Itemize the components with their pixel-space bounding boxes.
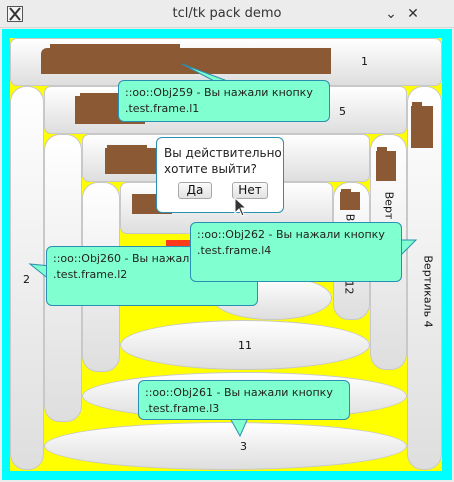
tooltip-l1: ::oo::Obj259 - Вы нажали кнопку .test.fr… [118, 80, 330, 122]
tooltip-l3-line2: .test.frame.l3 [145, 402, 220, 415]
pack-button-11-label: 11 [238, 339, 252, 352]
pack-button-5-label: 5 [339, 105, 346, 118]
tooltip-l1-line1: ::oo::Obj259 - Вы нажали кнопку [125, 86, 313, 99]
tooltip-l4: ::oo::Obj262 - Вы нажали кнопку .test.fr… [190, 222, 402, 282]
chip-5-tab [80, 93, 120, 98]
tooltip-l4-line1: ::oo::Obj262 - Вы нажали кнопку [197, 228, 385, 241]
chip-12 [340, 192, 360, 210]
chip-vertical-4 [411, 106, 433, 148]
mouse-pointer-icon [234, 197, 248, 217]
confirm-dialog-message: Вы действительно хотите выйти? [164, 145, 282, 177]
window-titlebar: tcl/tk pack demo ⌄ ✕ [0, 0, 454, 28]
pack-button-1-label: 1 [361, 55, 368, 68]
pack-button-3-label: 3 [240, 440, 247, 453]
minimize-button[interactable]: ⌄ [381, 4, 401, 24]
pack-button-11[interactable]: 11 [120, 320, 370, 370]
chip-12-tab [341, 189, 351, 194]
confirm-dialog: Вы действительно хотите выйти? Да Нет [156, 137, 284, 213]
pack-button-12-label-top: В [343, 213, 357, 222]
tooltip-l3: ::oo::Obj261 - Вы нажали кнопку .test.fr… [138, 380, 350, 420]
tooltip-l3-line1: ::oo::Obj261 - Вы нажали кнопку [145, 386, 333, 399]
chip-top-inner-tab [107, 145, 147, 150]
pack-button-3[interactable]: 3 [44, 422, 407, 470]
confirm-dialog-line1: Вы действительно [164, 146, 282, 160]
chip-vertical-right [376, 151, 396, 181]
tooltip-l4-line2: .test.frame.l4 [197, 244, 272, 257]
chip-vertical-4-tab [412, 102, 422, 108]
tooltip-l1-line2: .test.frame.l1 [125, 102, 200, 115]
confirm-dialog-line2: хотите выйти? [164, 162, 257, 176]
chip-vertical-right-tab [377, 147, 387, 153]
chip-1-tab [50, 44, 180, 50]
pack-button-vertical-4-label: Вертикаль 4 [421, 255, 435, 328]
yes-button[interactable]: Да [178, 182, 212, 199]
close-button[interactable]: ✕ [403, 4, 423, 24]
pack-button-vertical-right-label: Верт [382, 191, 396, 220]
pack-button-12-label: 12 [342, 280, 356, 295]
